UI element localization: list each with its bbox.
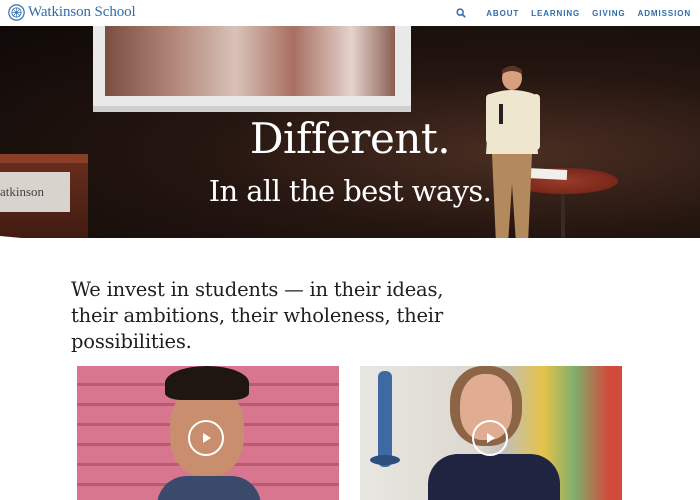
site-header: Watkinson School ABOUT LEARNING GIVING A… [0, 0, 700, 26]
teacher-body [428, 454, 560, 500]
lamp-base [370, 455, 400, 465]
school-logo[interactable]: Watkinson School [8, 3, 136, 21]
projected-photo [105, 26, 395, 96]
hero-subtitle: In all the best ways. [208, 174, 492, 208]
lamp-stand [378, 371, 392, 467]
nav-item-learning[interactable]: LEARNING [531, 9, 580, 18]
student-hair [165, 366, 249, 400]
video-card-student[interactable] [77, 366, 339, 500]
hero-curve-divider [0, 236, 700, 238]
nav-item-giving[interactable]: GIVING [592, 9, 625, 18]
play-button[interactable] [188, 420, 224, 456]
play-button[interactable] [472, 420, 508, 456]
logo-text: Watkinson School [28, 3, 136, 20]
nav-item-about[interactable]: ABOUT [486, 9, 519, 18]
main-nav: ABOUT LEARNING GIVING ADMISSION [456, 7, 691, 19]
nav-item-admission[interactable]: ADMISSION [638, 9, 691, 18]
student-body [157, 476, 261, 500]
play-icon [487, 433, 495, 443]
play-icon [203, 433, 211, 443]
intro-statement: We invest in students — in their ideas, … [71, 277, 444, 353]
hero-title: Different. [249, 114, 451, 163]
seal-icon [8, 3, 25, 21]
search-icon[interactable] [456, 8, 466, 18]
hero-banner: atkinson Different. In all the best ways… [0, 26, 700, 238]
projection-screen [93, 26, 411, 112]
video-card-teacher[interactable] [360, 366, 622, 500]
